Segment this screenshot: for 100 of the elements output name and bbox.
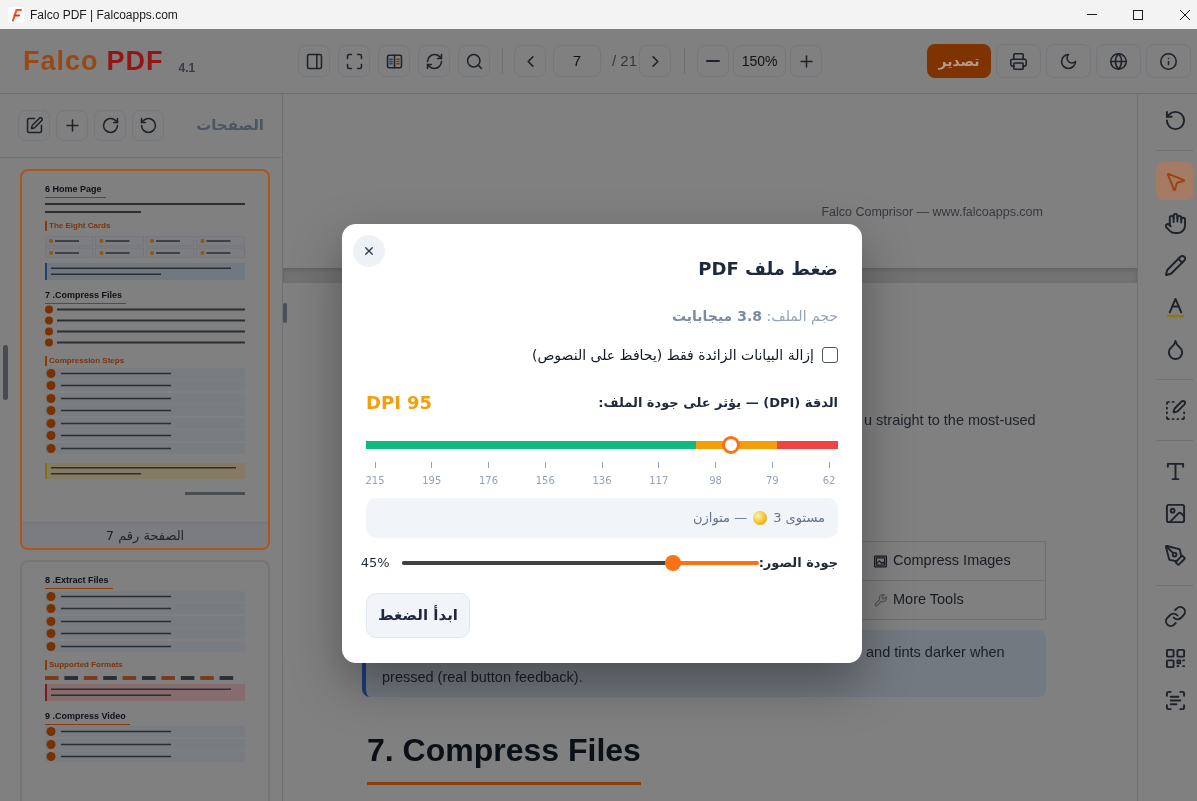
dialog-title: ضغط ملف PDF	[698, 257, 838, 281]
framed-picture-icon	[874, 554, 887, 568]
tick-mark	[828, 462, 830, 468]
reading-view-button[interactable]	[378, 45, 410, 77]
thumbnail-subheading: Compression Steps	[45, 356, 125, 366]
tick-mark	[374, 462, 376, 468]
slider-thumb[interactable]	[721, 436, 740, 454]
start-compression-button[interactable]: ابدأ الضغط	[366, 593, 470, 638]
quality-value: 45%	[359, 554, 390, 573]
slider-thumb[interactable]	[664, 555, 681, 571]
scrollbar-thumb[interactable]	[283, 303, 287, 323]
export-button[interactable]: تصدير	[927, 44, 991, 78]
language-button[interactable]	[1096, 44, 1141, 78]
thumbnail-heading: 8 .Extract Files	[45, 575, 113, 589]
zoom-level-field[interactable]: 150%	[733, 45, 787, 77]
app-logo: Falco PDF	[23, 46, 164, 76]
app-icon	[8, 6, 24, 23]
tick-mark	[658, 462, 660, 468]
tip-text: and tints darker when	[866, 643, 1005, 662]
scrollbar-thumb[interactable]	[3, 345, 8, 400]
tick-label: 215	[365, 475, 385, 487]
search-icon	[465, 52, 483, 70]
tip-text: pressed (real button feedback).	[382, 668, 583, 687]
zoom-in-button[interactable]	[790, 45, 823, 77]
footer-line	[185, 491, 245, 495]
minus-icon	[706, 60, 721, 62]
cell-text: Compress Images	[893, 551, 1011, 571]
grid-squares-icon	[1164, 647, 1186, 669]
pencil-icon	[1164, 254, 1186, 276]
theme-button[interactable]	[1046, 44, 1091, 78]
tick-label: 79	[765, 475, 779, 487]
print-button[interactable]	[996, 44, 1041, 78]
minimize-icon	[1087, 14, 1097, 15]
search-button[interactable]	[458, 45, 490, 77]
rotate-left-button[interactable]	[132, 110, 164, 141]
globe-icon	[1110, 52, 1127, 70]
tick-label: 98	[709, 475, 722, 487]
cell-text: More Tools	[893, 590, 964, 610]
thumbnail-heading: 7 .Compress Files	[45, 290, 127, 304]
close-icon	[363, 245, 375, 257]
printer-icon	[1010, 52, 1027, 70]
tick-label: 176	[478, 475, 499, 487]
add-page-button[interactable]	[56, 110, 88, 141]
window-title: Falco PDF | Falcoapps.com	[30, 6, 178, 24]
plus-icon	[63, 117, 81, 134]
thumbnail-subheading: The Eight Cards	[45, 221, 111, 231]
dpi-value: DPI 95	[366, 391, 433, 415]
checkbox[interactable]	[822, 347, 838, 363]
two-columns-icon	[385, 52, 403, 70]
info-button[interactable]	[1146, 44, 1191, 78]
tick-label: 62	[822, 475, 836, 487]
page-number-field[interactable]: 7	[553, 45, 601, 77]
tick-mark	[544, 462, 546, 468]
section-heading: 7. Compress Files	[367, 730, 641, 785]
moon-icon	[1060, 52, 1077, 70]
sidebar-toggle-button[interactable]	[298, 45, 330, 77]
rotate-right-button[interactable]	[94, 110, 126, 141]
edit-icon	[25, 117, 43, 134]
tick-label: 195	[422, 475, 442, 487]
edit-pages-button[interactable]	[18, 110, 50, 141]
letter-a-icon	[1164, 296, 1186, 318]
tick-mark	[488, 462, 489, 468]
cursor-arrow-icon	[1164, 170, 1186, 192]
version-label: 4.1	[178, 61, 196, 75]
thumbnail-heading: 6 Home Page	[45, 184, 106, 198]
hand-icon	[1164, 212, 1186, 234]
tick-mark	[715, 462, 716, 468]
page-thumbnail[interactable]: 8 .Extract Files Supported Formats 9 .Compress Video	[20, 560, 270, 801]
thumbnail-heading: 9 .Compress Video	[45, 710, 130, 725]
undo-icon	[1164, 109, 1186, 131]
info-icon	[1160, 52, 1177, 70]
quality-label: جودة الصور:	[758, 554, 838, 573]
refresh-button[interactable]	[418, 45, 450, 77]
rotate-left-icon	[139, 117, 157, 134]
tick-label: 136	[592, 475, 612, 487]
fullscreen-button[interactable]	[338, 45, 370, 77]
fullscreen-icon	[345, 52, 363, 70]
letter-t-icon	[1164, 460, 1186, 482]
level-description: — متوازن	[693, 509, 748, 528]
close-icon	[1180, 9, 1190, 20]
image-icon	[1164, 502, 1186, 524]
link-icon	[1164, 605, 1186, 627]
level-name: مستوى 3	[773, 509, 825, 528]
pen-nib-icon	[1164, 544, 1186, 566]
plus-icon	[797, 52, 815, 70]
page-label: الصفحة رقم 7	[22, 522, 268, 548]
wrench-icon	[874, 593, 887, 607]
side-panel-icon	[305, 52, 323, 70]
tick-label: 117	[649, 475, 669, 487]
dashed-square-pen-icon	[1164, 399, 1186, 421]
rotate-right-icon	[101, 117, 119, 134]
page-footer-text: Falco Comprisor — www.falcoapps.com	[821, 204, 1043, 220]
maximize-icon	[1133, 9, 1143, 20]
dpi-label: الدقة (DPI) — يؤثر على جودة الملف:	[598, 394, 838, 412]
refresh-icon	[425, 52, 443, 70]
close-button[interactable]	[353, 235, 385, 267]
file-size-text: حجم الملف: 3.8 ميجابايت	[671, 307, 838, 326]
tick-mark	[771, 462, 773, 468]
tick-mark	[601, 462, 603, 468]
zoom-out-button[interactable]	[697, 45, 730, 77]
